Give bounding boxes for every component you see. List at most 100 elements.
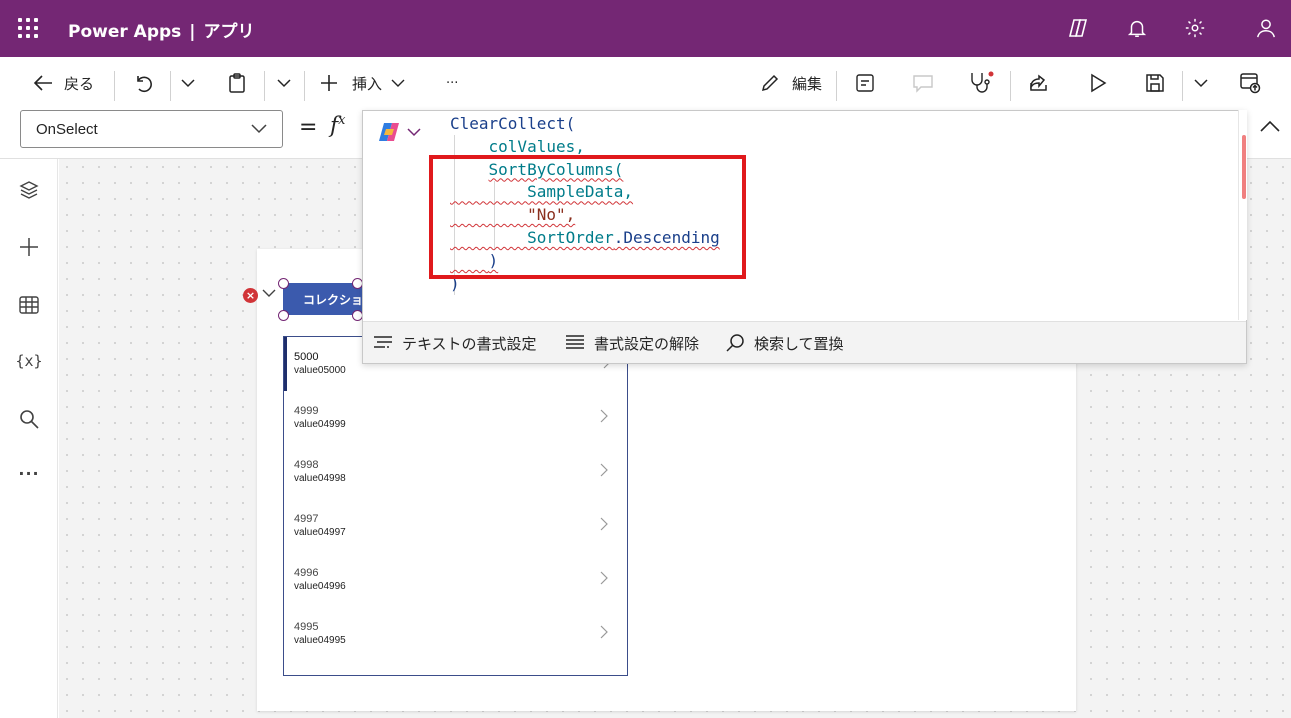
divider: [264, 71, 265, 101]
copilot-button[interactable]: [377, 121, 421, 143]
scroll-thumb[interactable]: [1242, 135, 1246, 199]
gallery-item[interactable]: 4998 value04998: [284, 445, 627, 499]
publish-button[interactable]: [1239, 69, 1261, 97]
format-text-button[interactable]: テキストの書式設定: [373, 332, 537, 354]
divider: [114, 71, 115, 101]
gallery-item-title: 4997: [294, 513, 319, 525]
divider: [1010, 71, 1011, 101]
edit-pencil-icon: [761, 74, 779, 92]
find-replace-button[interactable]: 検索して置換: [725, 332, 844, 354]
undo-button[interactable]: [133, 69, 153, 97]
publish-icon: [1240, 73, 1261, 94]
comment-button[interactable]: [912, 69, 934, 97]
gallery-item-subtitle: value05000: [294, 365, 346, 376]
undo-icon: [137, 76, 152, 93]
copilot-icon: [379, 123, 399, 141]
settings-icon[interactable]: [1182, 15, 1208, 41]
app-name: Power Apps: [68, 22, 182, 42]
gallery-item-title: 5000: [294, 351, 319, 363]
resize-handle[interactable]: [278, 278, 289, 289]
edit-button[interactable]: 編集: [760, 69, 822, 97]
resize-handle[interactable]: [278, 310, 289, 321]
back-label: 戻る: [64, 74, 95, 93]
find-replace-label: 検索して置換: [754, 334, 844, 353]
save-dropdown-button[interactable]: [1193, 69, 1209, 97]
divider: [1182, 71, 1183, 101]
insert-plus-icon[interactable]: [17, 235, 41, 259]
chevron-right-icon[interactable]: [600, 517, 608, 531]
gallery-item-subtitle: value04995: [294, 635, 346, 646]
chevron-up-icon[interactable]: [1259, 119, 1281, 133]
divider: [836, 71, 837, 101]
gallery-item-title: 4999: [294, 405, 319, 417]
format-text-icon: [374, 336, 392, 348]
title-separator: |: [189, 22, 196, 42]
gallery-item-subtitle: value04999: [294, 419, 346, 430]
editor-scrollbar[interactable]: [1238, 110, 1247, 320]
insert-label: 挿入: [352, 74, 383, 93]
divider: [304, 71, 305, 101]
paste-dropdown-button[interactable]: [276, 69, 292, 97]
chevron-down-icon: [391, 79, 405, 87]
save-button[interactable]: [1145, 69, 1165, 97]
gallery-item-title: 4998: [294, 459, 319, 471]
data-table-icon[interactable]: [17, 293, 41, 317]
share-button[interactable]: [1028, 69, 1050, 97]
gallery-item[interactable]: 4995 value04995: [284, 607, 627, 661]
chevron-down-icon: [1194, 79, 1208, 88]
remove-formatting-button[interactable]: 書式設定の解除: [565, 332, 699, 354]
fx-icon: fx: [330, 113, 346, 139]
highlight-box: [429, 155, 746, 279]
gallery-item-subtitle: value04997: [294, 527, 346, 538]
left-rail: {x} ···: [0, 159, 58, 718]
gallery-item[interactable]: 4997 value04997: [284, 499, 627, 553]
chevron-right-icon[interactable]: [600, 409, 608, 423]
variables-icon[interactable]: {x}: [15, 349, 42, 373]
gallery-item-title: 4995: [294, 621, 319, 633]
undo-dropdown-button[interactable]: [180, 69, 196, 97]
paste-button[interactable]: [227, 69, 247, 97]
app-checker-list-button[interactable]: [855, 69, 875, 97]
gallery[interactable]: 5000 value05000 4999 value04999 4998 val…: [283, 336, 628, 676]
preview-play-button[interactable]: [1088, 69, 1108, 97]
command-bar: 戻る 挿入 ··· 編集: [0, 57, 1291, 109]
error-icon[interactable]: ×: [243, 288, 258, 303]
copilot-header-icon[interactable]: [1065, 15, 1091, 41]
editor-footer: テキストの書式設定 書式設定の解除 検索して置換: [363, 321, 1246, 363]
comment-icon: [913, 75, 933, 93]
property-dropdown[interactable]: OnSelect: [20, 110, 283, 148]
stethoscope-icon: [971, 71, 994, 93]
chevron-right-icon[interactable]: [600, 571, 608, 585]
save-icon: [1146, 74, 1164, 92]
search-icon[interactable]: [17, 407, 41, 431]
list-icon: [856, 74, 874, 92]
back-button[interactable]: 戻る: [32, 69, 94, 97]
app-header: Power Apps | アプリ: [0, 0, 1291, 57]
gallery-item-subtitle: value04996: [294, 581, 346, 592]
section-name: アプリ: [203, 22, 255, 42]
gallery-item[interactable]: 4999 value04999: [284, 391, 627, 445]
waffle-icon[interactable]: [18, 18, 38, 38]
chevron-right-icon[interactable]: [600, 463, 608, 477]
share-icon: [1030, 74, 1047, 91]
equals-sign: =: [299, 115, 318, 140]
chevron-down-icon: [181, 79, 195, 88]
chevron-down-icon: [277, 79, 291, 88]
format-text-label: テキストの書式設定: [402, 334, 537, 353]
paste-icon: [229, 73, 245, 93]
app-checker-button[interactable]: [968, 69, 994, 97]
tree-view-layers-icon[interactable]: [17, 178, 41, 202]
more-ellipsis-icon[interactable]: ···: [17, 461, 41, 485]
remove-formatting-icon: [566, 335, 584, 349]
bell-icon[interactable]: [1124, 15, 1150, 41]
remove-formatting-label: 書式設定の解除: [594, 334, 700, 353]
app-title: Power Apps | アプリ: [68, 17, 255, 42]
gallery-item-title: 4996: [294, 567, 319, 579]
gallery-item-subtitle: value04998: [294, 473, 346, 484]
chevron-down-icon[interactable]: [262, 289, 276, 298]
gallery-item[interactable]: 4996 value04996: [284, 553, 627, 607]
insert-button[interactable]: 挿入: [319, 69, 405, 97]
more-button[interactable]: ···: [446, 69, 458, 97]
person-icon[interactable]: [1253, 15, 1279, 41]
chevron-right-icon[interactable]: [600, 625, 608, 639]
